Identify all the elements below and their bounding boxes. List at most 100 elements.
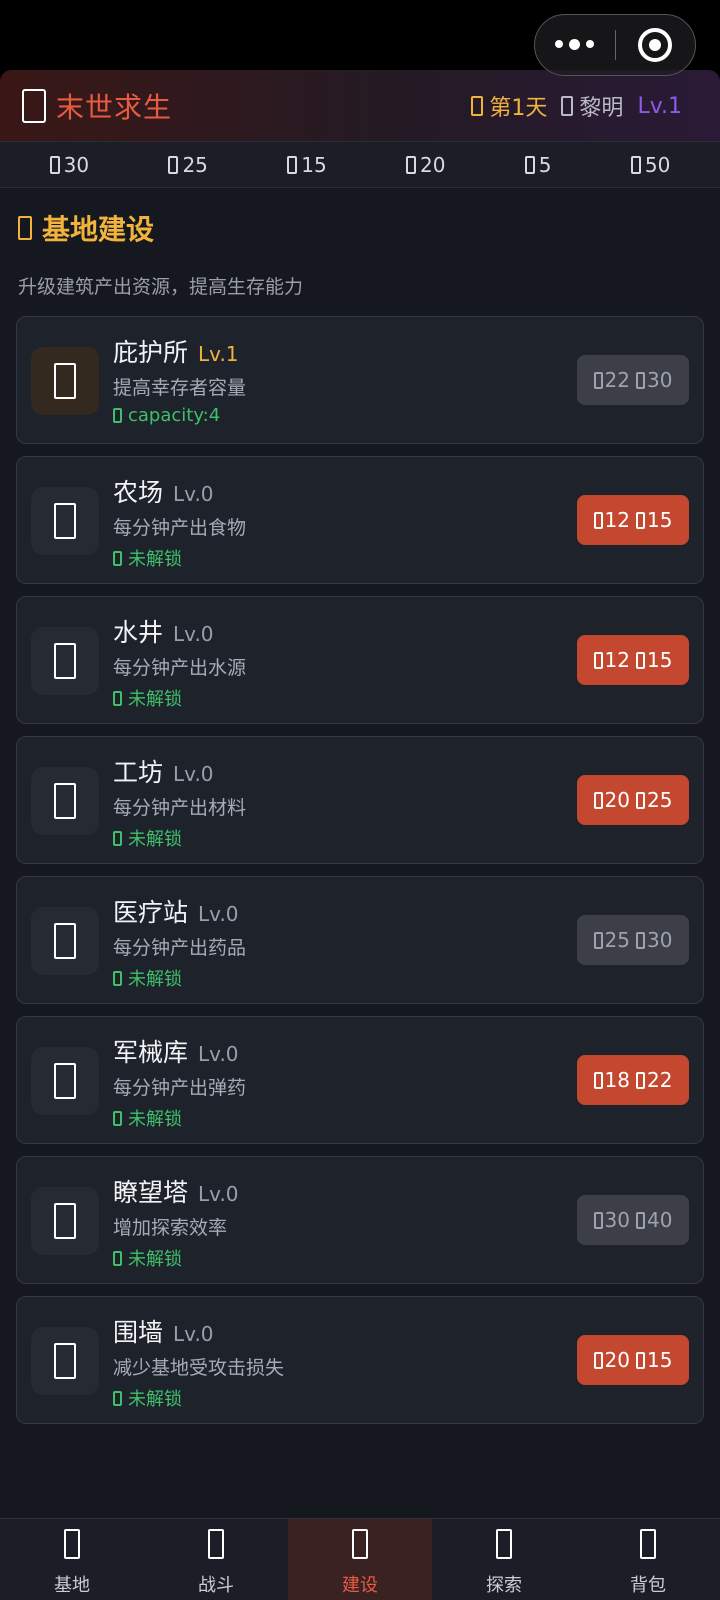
- status-icon: [113, 690, 122, 706]
- building-name: 军械库: [113, 1038, 189, 1067]
- status-icon: [113, 1250, 122, 1266]
- bottom-nav: 基地 战斗 建设 探索 背包: [0, 1518, 720, 1600]
- status-icon: [113, 550, 122, 566]
- building-icon-wrap: [31, 907, 99, 975]
- building-name: 医疗站: [113, 898, 189, 927]
- upgrade-button[interactable]: 22 30: [577, 355, 689, 405]
- medicine-icon: [406, 155, 416, 174]
- status-icon: [113, 408, 122, 423]
- ammo-icon: [524, 155, 535, 174]
- building-icon-wrap: [31, 487, 99, 555]
- building-icon-wrap: [31, 627, 99, 695]
- building-desc: 每分钟产出食物: [113, 517, 247, 539]
- clock-icon: [561, 96, 574, 116]
- building-icon: [54, 503, 76, 539]
- sun-icon: [471, 96, 484, 116]
- upgrade-button[interactable]: 30 40: [577, 1195, 689, 1245]
- close-circle-icon: [638, 28, 673, 62]
- home-icon: [64, 1529, 80, 1559]
- top-header: 末世求生 第1天 黎明 Lv.1: [0, 70, 720, 142]
- material-icon: [593, 371, 603, 389]
- building-status: 未解锁: [113, 685, 182, 711]
- building-icon: [54, 1063, 76, 1099]
- upgrade-button[interactable]: 20 25: [577, 775, 689, 825]
- food-icon: [49, 155, 60, 174]
- material-icon: [593, 1071, 603, 1089]
- coin-icon: [636, 1211, 645, 1229]
- coin-icon: [636, 371, 645, 389]
- backpack-icon: [640, 1529, 656, 1559]
- resource-4: 5: [524, 153, 552, 177]
- building-status: 未解锁: [113, 545, 182, 571]
- building-level: Lv.0: [173, 622, 214, 646]
- building-card: 水井 Lv.0 每分钟产出水源 未解锁 12 15: [16, 596, 704, 724]
- building-status: 未解锁: [113, 965, 182, 991]
- building-card: 军械库 Lv.0 每分钟产出弹药 未解锁 18 22: [16, 1016, 704, 1144]
- header-status: 第1天 黎明 Lv.1: [471, 90, 682, 122]
- building-icon: [54, 783, 76, 819]
- nav-tab-1[interactable]: 战斗: [144, 1519, 288, 1600]
- sword-icon: [208, 1529, 224, 1559]
- building-desc: 每分钟产出水源: [113, 657, 247, 679]
- close-miniprogram-button[interactable]: [616, 28, 696, 62]
- building-icon: [54, 1343, 76, 1379]
- nav-tab-2[interactable]: 建设: [288, 1519, 432, 1600]
- material-icon: [593, 651, 603, 669]
- building-card: 围墙 Lv.0 减少基地受攻击损失 未解锁 20 15: [16, 1296, 704, 1424]
- building-status: 未解锁: [113, 1245, 182, 1271]
- building-status: 未解锁: [113, 1105, 182, 1131]
- building-icon: [54, 363, 76, 399]
- building-level: Lv.0: [198, 1182, 239, 1206]
- building-status: 未解锁: [113, 1385, 182, 1411]
- building-name: 工坊: [113, 758, 164, 787]
- status-icon: [113, 830, 122, 846]
- building-icon: [54, 1203, 76, 1239]
- coin-icon: [636, 1071, 645, 1089]
- material-icon: [593, 511, 603, 529]
- more-menu-button[interactable]: [535, 39, 615, 50]
- building-status: 未解锁: [113, 825, 182, 851]
- hammer-icon: [352, 1529, 368, 1559]
- resource-1: 25: [168, 153, 208, 177]
- building-card: 工坊 Lv.0 每分钟产出材料 未解锁 20 25: [16, 736, 704, 864]
- building-level: Lv.0: [198, 902, 239, 926]
- nav-tab-3[interactable]: 探索: [432, 1519, 576, 1600]
- building-name: 围墙: [113, 1318, 164, 1347]
- building-desc: 每分钟产出弹药: [113, 1077, 247, 1099]
- coin-icon: [636, 931, 645, 949]
- building-status: capacity:4: [113, 405, 220, 426]
- app-title: 末世求生: [56, 90, 173, 124]
- building-level: Lv.0: [173, 482, 214, 506]
- upgrade-button[interactable]: 18 22: [577, 1055, 689, 1105]
- building-list: 庇护所 Lv.1 提高幸存者容量 capacity:4 22 30 农场 Lv.0 每分钟产出食…: [16, 316, 704, 1436]
- material-icon: [287, 155, 298, 174]
- upgrade-button[interactable]: 12 15: [577, 495, 689, 545]
- building-card: 瞭望塔 Lv.0 增加探索效率 未解锁 30 40: [16, 1156, 704, 1284]
- building-level: Lv.1: [198, 342, 239, 366]
- building-icon-wrap: [31, 1327, 99, 1395]
- upgrade-button[interactable]: 25 30: [577, 915, 689, 965]
- building-icon-wrap: [31, 767, 99, 835]
- resource-bar: 30 25 15 20 5 50: [0, 142, 720, 188]
- upgrade-button[interactable]: 12 15: [577, 635, 689, 685]
- material-icon: [593, 931, 603, 949]
- building-card: 农场 Lv.0 每分钟产出食物 未解锁 12 15: [16, 456, 704, 584]
- compass-icon: [496, 1529, 512, 1559]
- section-description: 升级建筑产出资源，提高生存能力: [18, 276, 304, 298]
- status-icon: [113, 1110, 122, 1126]
- time-of-day: 黎明: [561, 90, 623, 122]
- building-level: Lv.0: [173, 762, 214, 786]
- coin-icon: [636, 791, 645, 809]
- nav-tab-0[interactable]: 基地: [0, 1519, 144, 1600]
- material-icon: [593, 1351, 603, 1369]
- building-icon: [54, 643, 76, 679]
- section-title: 基地建设: [18, 208, 720, 248]
- resource-0: 30: [49, 153, 89, 177]
- build-icon: [18, 216, 32, 240]
- building-desc: 提高幸存者容量: [113, 377, 247, 399]
- upgrade-button[interactable]: 20 15: [577, 1335, 689, 1385]
- building-card: 医疗站 Lv.0 每分钟产出药品 未解锁 25 30: [16, 876, 704, 1004]
- material-icon: [593, 791, 603, 809]
- nav-tab-4[interactable]: 背包: [576, 1519, 720, 1600]
- resource-3: 20: [406, 153, 445, 177]
